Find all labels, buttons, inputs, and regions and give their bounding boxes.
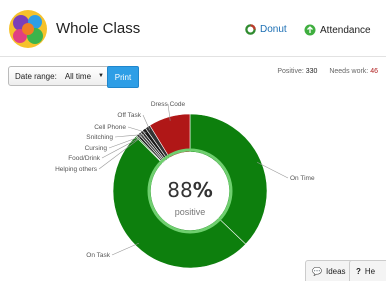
slice-label: Helping others <box>55 166 98 173</box>
slice-label: Food/Drink <box>68 155 101 162</box>
behavior-donut-chart: On Time On Task Helping others Food/Drink Cu… <box>55 101 315 269</box>
slice-label: Dress Code <box>151 101 186 108</box>
question-icon: ? <box>356 266 361 276</box>
center-percent-sign: % <box>193 178 213 202</box>
slice-label: Cell Phone <box>94 124 126 131</box>
help-button[interactable]: ? He <box>349 260 386 281</box>
chat-bubble-icon: 💬 <box>312 266 322 276</box>
slice-label: Cursing <box>85 145 108 152</box>
center-label: positive <box>175 207 206 217</box>
leader-line <box>111 242 140 256</box>
slice-label: On Time <box>290 175 315 182</box>
slice-label: On Task <box>86 252 110 259</box>
ideas-label: Ideas <box>325 266 346 276</box>
help-label: He <box>364 266 376 276</box>
center-value: 88 <box>167 178 192 202</box>
slice-label: Off Task <box>117 112 141 119</box>
slice-label: Snitching <box>86 134 113 141</box>
center-percentage: 88% <box>167 178 213 202</box>
